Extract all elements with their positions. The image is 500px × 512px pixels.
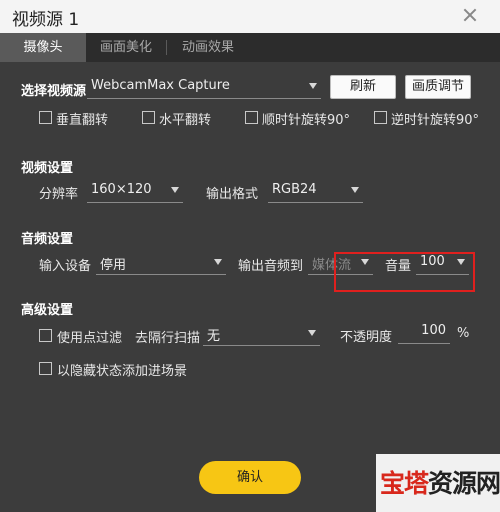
tab-animation[interactable]: 动画效果 <box>167 33 249 62</box>
deinterlace-value: 无 <box>207 329 221 344</box>
opacity-value: 100 <box>421 323 446 338</box>
tab-beautify[interactable]: 画面美化 <box>86 33 166 62</box>
input-device-value: 停用 <box>100 258 127 273</box>
source-value: WebcamMax Capture <box>91 78 230 93</box>
tab-bar: 摄像头 画面美化 动画效果 <box>0 33 500 62</box>
close-icon[interactable] <box>462 7 478 23</box>
format-label: 输出格式 <box>206 187 259 202</box>
vertical-flip-checkbox[interactable] <box>39 111 52 124</box>
title-bar: 视频源 1 <box>0 0 500 33</box>
opacity-unit: % <box>457 326 470 341</box>
format-select[interactable]: RGB24 <box>268 179 363 203</box>
chevron-down-icon <box>309 83 317 89</box>
chevron-down-icon <box>171 187 179 193</box>
rotate-ccw-label: 逆时针旋转90° <box>391 113 480 128</box>
hidden-add-checkbox[interactable] <box>39 362 52 375</box>
resolution-select[interactable]: 160×120 <box>87 179 183 203</box>
advanced-settings-title: 高级设置 <box>21 303 74 318</box>
rotate-ccw-checkbox[interactable] <box>374 111 387 124</box>
resolution-value: 160×120 <box>91 182 152 197</box>
deinterlace-select[interactable]: 无 <box>203 322 320 346</box>
window-title: 视频源 1 <box>12 10 80 30</box>
deinterlace-label: 去隔行扫描 <box>135 331 201 346</box>
watermark-part1: 宝塔 <box>380 469 429 498</box>
opacity-input[interactable]: 100 <box>398 322 450 344</box>
horizontal-flip-checkbox[interactable] <box>142 111 155 124</box>
vertical-flip-label: 垂直翻转 <box>56 113 109 128</box>
source-select[interactable]: WebcamMax Capture <box>87 75 321 99</box>
watermark: 宝塔 资源网 <box>376 454 500 512</box>
chevron-down-icon <box>351 187 359 193</box>
audio-settings-title: 音频设置 <box>21 232 74 247</box>
watermark-part2: 资源网 <box>428 469 500 498</box>
opacity-label: 不透明度 <box>340 330 393 345</box>
point-filter-checkbox[interactable] <box>39 329 52 342</box>
rotate-cw-checkbox[interactable] <box>245 111 258 124</box>
source-label: 选择视频源 <box>21 84 87 99</box>
rotate-cw-label: 顺时针旋转90° <box>262 113 351 128</box>
horizontal-flip-label: 水平翻转 <box>159 113 212 128</box>
refresh-button[interactable]: 刷新 <box>330 75 396 99</box>
confirm-button[interactable]: 确认 <box>199 461 301 494</box>
resolution-label: 分辨率 <box>39 187 79 202</box>
tab-camera[interactable]: 摄像头 <box>0 33 86 62</box>
input-device-label: 输入设备 <box>39 259 92 274</box>
format-value: RGB24 <box>272 182 317 197</box>
quality-button[interactable]: 画质调节 <box>405 75 471 99</box>
input-device-select[interactable]: 停用 <box>96 251 226 275</box>
point-filter-label: 使用点过滤 <box>57 331 123 346</box>
output-audio-label: 输出音频到 <box>238 259 304 274</box>
chevron-down-icon <box>308 330 316 336</box>
chevron-down-icon <box>214 259 222 265</box>
video-settings-title: 视频设置 <box>21 161 74 176</box>
hidden-add-label: 以隐藏状态添加进场景 <box>57 364 188 379</box>
opacity-highlight <box>334 252 475 292</box>
